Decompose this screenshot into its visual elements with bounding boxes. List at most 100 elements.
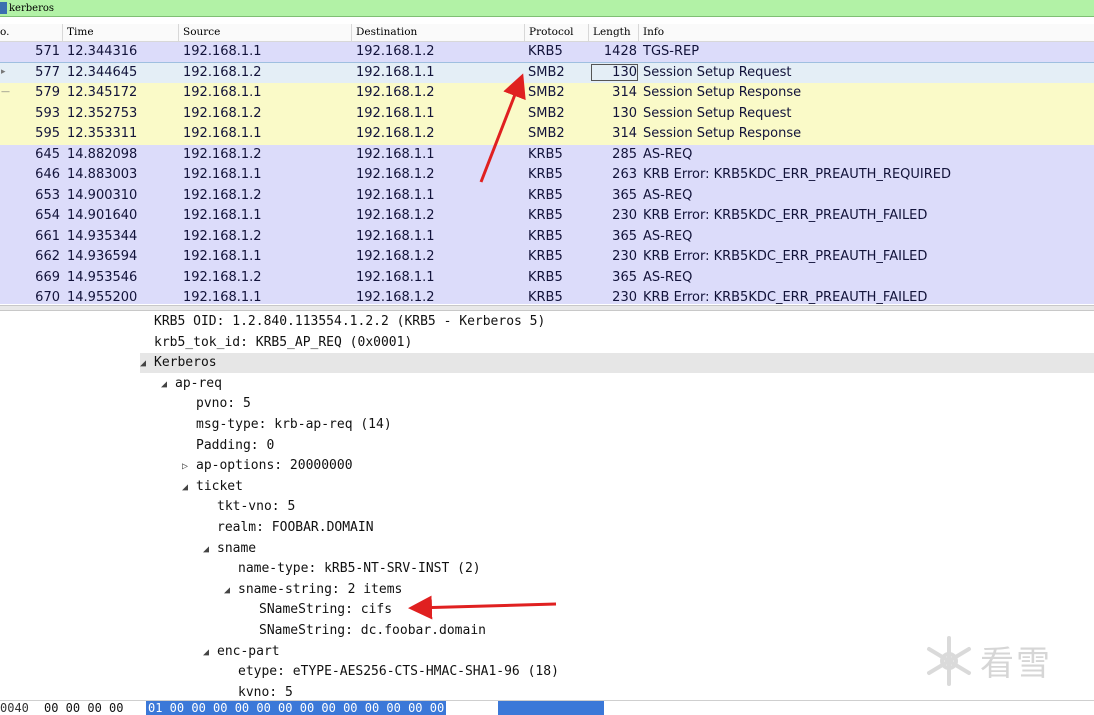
snowflake-icon — [927, 636, 971, 686]
cell-destination: 192.168.1.2 — [356, 290, 435, 304]
column-destination[interactable]: Destination — [356, 26, 417, 38]
cell-source: 192.168.1.1 — [183, 249, 262, 264]
cell-protocol: KRB5 — [528, 249, 563, 264]
table-row[interactable]: 645 14.882098 192.168.1.2 192.168.1.1 KRB5 28… — [0, 144, 1094, 165]
column-no[interactable]: o. — [0, 26, 9, 38]
table-row[interactable]: ▸ 577 12.344645 192.168.1.2 192.168.1.1 SMB2 1… — [0, 61, 1094, 84]
cell-destination: 192.168.1.1 — [356, 64, 435, 80]
cell-destination: 192.168.1.1 — [356, 105, 435, 121]
table-row[interactable]: 646 14.883003 192.168.1.1 192.168.1.2 KRB5 26… — [0, 165, 1094, 186]
tree-item-label: KRB5 OID: 1.2.840.113554.1.2.2 (KRB5 - K… — [154, 314, 546, 329]
table-row[interactable]: 661 14.935344 192.168.1.2 192.168.1.1 KRB5 36… — [0, 226, 1094, 247]
cell-time: 12.353311 — [67, 126, 138, 141]
cell-info: AS-REQ — [643, 187, 693, 203]
cell-length: 365 — [612, 187, 637, 203]
cell-info: KRB Error: KRB5KDC_ERR_PREAUTH_FAILED — [643, 249, 928, 264]
cell-info: Session Setup Request — [643, 105, 792, 121]
cell-protocol: KRB5 — [528, 167, 563, 182]
column-time[interactable]: Time — [67, 26, 94, 38]
table-row[interactable]: 654 14.901640 192.168.1.1 192.168.1.2 KRB5 23… — [0, 206, 1094, 227]
tree-item[interactable]: name-type: kRB5-NT-SRV-INST (2) — [224, 559, 481, 579]
tree-item[interactable]: ◢ sname-string: 2 items — [224, 580, 402, 600]
cell-number: 571 — [35, 44, 60, 59]
cell-protocol: SMB2 — [528, 64, 565, 80]
tree-item[interactable]: ◢ ticket — [182, 477, 243, 497]
pane-splitter[interactable] — [0, 305, 1094, 311]
display-filter-bar — [0, 0, 1094, 17]
tree-item[interactable]: ▷ ap-options: 20000000 — [182, 456, 353, 476]
column-protocol[interactable]: Protocol — [529, 26, 574, 38]
tree-item[interactable]: ◢ enc-part — [203, 642, 280, 662]
tree-item[interactable]: msg-type: krb-ap-req (14) — [182, 415, 392, 435]
tree-item[interactable]: tkt-vno: 5 — [203, 497, 295, 517]
cell-length: 1428 — [603, 44, 637, 59]
tree-item[interactable]: SNameString: cifs — [245, 600, 392, 620]
tree-item[interactable]: etype: eTYPE-AES256-CTS-HMAC-SHA1-96 (18… — [224, 662, 559, 682]
watermark-text: 看雪 — [980, 644, 1052, 684]
cell-number: 579 — [35, 85, 60, 100]
tree-item[interactable]: ◢ ap-req — [161, 374, 222, 394]
cell-destination: 192.168.1.2 — [356, 249, 435, 264]
tree-item[interactable]: realm: FOOBAR.DOMAIN — [203, 518, 374, 538]
cell-source: 192.168.1.2 — [183, 105, 262, 121]
cell-protocol: SMB2 — [528, 126, 565, 141]
table-row[interactable]: 669 14.953546 192.168.1.2 192.168.1.1 KRB5 36… — [0, 267, 1094, 288]
collapse-icon[interactable]: ◢ — [203, 540, 217, 560]
display-filter-input[interactable] — [9, 1, 1089, 15]
column-source[interactable]: Source — [183, 26, 220, 38]
cell-length: 230 — [612, 208, 637, 223]
cell-info: Session Setup Response — [643, 126, 802, 141]
cell-source: 192.168.1.2 — [183, 64, 262, 80]
tree-item-label: tkt-vno: 5 — [217, 499, 296, 515]
filter-bookmark-icon[interactable] — [0, 2, 7, 14]
cell-number: 669 — [35, 269, 60, 285]
table-row[interactable]: 662 14.936594 192.168.1.1 192.168.1.2 KRB5 23… — [0, 247, 1094, 268]
cell-number: 661 — [35, 228, 60, 244]
hex-selected-bytes[interactable]: 01 00 00 00 00 00 00 00 00 00 00 00 00 0… — [146, 701, 447, 715]
cell-source: 192.168.1.1 — [183, 290, 262, 304]
collapse-icon[interactable]: ◢ — [224, 581, 238, 601]
tree-item[interactable]: kvno: 5 — [224, 683, 293, 700]
cell-time: 14.936594 — [67, 249, 138, 264]
cell-destination: 192.168.1.1 — [356, 146, 435, 162]
column-length[interactable]: Length — [593, 26, 631, 38]
watermark: 看雪 — [922, 632, 1082, 692]
tree-item-label: sname — [217, 540, 257, 556]
hex-offset: 0040 — [0, 701, 29, 715]
cell-info: KRB Error: KRB5KDC_ERR_PREAUTH_REQUIRED — [643, 167, 952, 182]
cell-protocol: KRB5 — [528, 146, 563, 162]
cell-info: AS-REQ — [643, 269, 693, 285]
ascii-selected[interactable] — [498, 701, 604, 715]
tree-item[interactable]: pvno: 5 — [182, 394, 251, 414]
tree-item[interactable]: krb5_tok_id: KRB5_AP_REQ (0x0001) — [140, 333, 412, 353]
cell-length: 230 — [612, 249, 637, 264]
tree-item-label: krb5_tok_id: KRB5_AP_REQ (0x0001) — [154, 334, 413, 350]
tree-item-label: ticket — [196, 478, 243, 494]
table-row[interactable]: 595 12.353311 192.168.1.1 192.168.1.2 SMB2 31… — [0, 124, 1094, 145]
expand-icon[interactable]: ▷ — [182, 457, 196, 477]
cell-number: 645 — [35, 146, 60, 162]
table-row[interactable]: 571 12.344316 192.168.1.1 192.168.1.2 KRB5 14… — [0, 42, 1094, 63]
tree-item[interactable]: ◢ Kerberos — [140, 353, 1094, 374]
cell-destination: 192.168.1.2 — [356, 85, 435, 100]
table-row[interactable]: —579 12.345172 192.168.1.1 192.168.1.2 SMB2 3… — [0, 83, 1094, 104]
cell-time: 12.344316 — [67, 44, 138, 59]
table-row[interactable]: 593 12.352753 192.168.1.2 192.168.1.1 SMB2 13… — [0, 103, 1094, 124]
table-row[interactable]: 670 14.955200 192.168.1.1 192.168.1.2 KRB5 23… — [0, 288, 1094, 304]
cell-length: 285 — [612, 146, 637, 162]
tree-item[interactable]: Padding: 0 — [182, 436, 274, 456]
collapse-icon[interactable]: ◢ — [140, 354, 154, 374]
column-info[interactable]: Info — [643, 26, 664, 38]
cell-info: Session Setup Response — [643, 85, 802, 100]
tree-item[interactable]: ◢ sname — [203, 539, 256, 559]
cell-time: 14.935344 — [67, 228, 138, 244]
table-row[interactable]: 653 14.900310 192.168.1.2 192.168.1.1 KRB5 36… — [0, 185, 1094, 206]
cell-info: AS-REQ — [643, 146, 693, 162]
packet-list: o. Time Source Destination Protocol Leng… — [0, 18, 1094, 304]
tree-item[interactable]: SNameString: dc.foobar.domain — [245, 621, 486, 641]
collapse-icon[interactable]: ◢ — [182, 478, 196, 498]
collapse-icon[interactable]: ◢ — [203, 643, 217, 663]
tree-item[interactable]: KRB5 OID: 1.2.840.113554.1.2.2 (KRB5 - K… — [140, 312, 545, 332]
collapse-icon[interactable]: ◢ — [161, 375, 175, 395]
cell-source: 192.168.1.1 — [183, 126, 262, 141]
